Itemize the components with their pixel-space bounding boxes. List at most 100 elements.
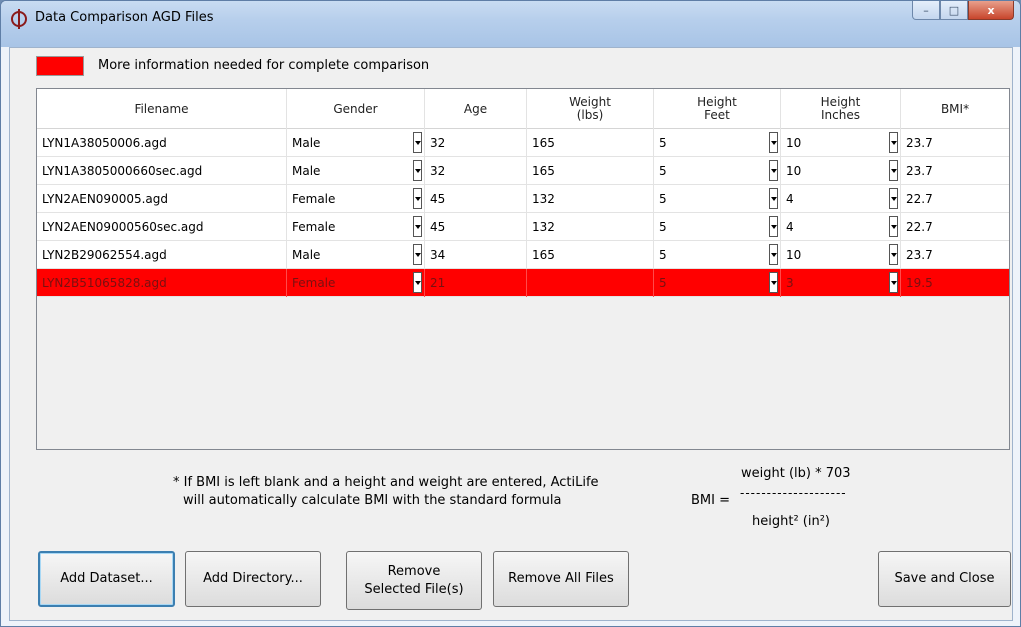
table-row[interactable]: LYN2AEN090005.agd Female 45 132 5 4 22.7: [37, 185, 1009, 213]
dropdown-arrow-icon[interactable]: [889, 272, 898, 293]
weight-cell[interactable]: [527, 269, 654, 297]
bmi-cell[interactable]: 19.5: [901, 269, 1009, 297]
bmi-cell[interactable]: 23.7: [901, 129, 1009, 157]
add-dataset-button[interactable]: Add Dataset...: [38, 551, 175, 607]
gender-cell[interactable]: Male: [287, 157, 425, 185]
dropdown-arrow-icon[interactable]: [769, 216, 778, 237]
weight-cell[interactable]: 165: [527, 241, 654, 269]
age-cell[interactable]: 21: [425, 269, 527, 297]
dropdown-arrow-icon[interactable]: [769, 188, 778, 209]
height-feet-cell[interactable]: 5: [654, 157, 781, 185]
bmi-cell[interactable]: 23.7: [901, 241, 1009, 269]
dropdown-arrow-icon[interactable]: [889, 188, 898, 209]
weight-cell[interactable]: 132: [527, 185, 654, 213]
gender-value: Female: [292, 192, 336, 206]
age-cell[interactable]: 34: [425, 241, 527, 269]
window-controls: – □ x: [912, 1, 1014, 20]
height-inches-cell[interactable]: 10: [781, 157, 901, 185]
table-row[interactable]: LYN2B29062554.agd Male 34 165 5 10 23.7: [37, 241, 1009, 269]
legend-text: More information needed for complete com…: [98, 58, 430, 73]
filename-cell[interactable]: LYN1A3805000660sec.agd: [37, 157, 287, 185]
dropdown-arrow-icon[interactable]: [413, 188, 422, 209]
gender-cell[interactable]: Male: [287, 129, 425, 157]
filename-cell[interactable]: LYN2AEN09000560sec.agd: [37, 213, 287, 241]
bmi-cell[interactable]: 22.7: [901, 185, 1009, 213]
save-and-close-button[interactable]: Save and Close: [878, 551, 1011, 607]
header-weight[interactable]: Weight (lbs): [527, 89, 654, 129]
filename-cell[interactable]: LYN1A38050006.agd: [37, 129, 287, 157]
dropdown-arrow-icon[interactable]: [413, 160, 422, 181]
legend-swatch: [36, 56, 84, 76]
dropdown-arrow-icon[interactable]: [889, 216, 898, 237]
age-cell[interactable]: 32: [425, 157, 527, 185]
filename-cell[interactable]: LYN2B51065828.agd: [37, 269, 287, 297]
height-inches-cell[interactable]: 10: [781, 241, 901, 269]
age-cell[interactable]: 45: [425, 213, 527, 241]
formula-denominator: height² (in²): [752, 514, 830, 529]
remove-selected-label-line1: Remove: [387, 563, 441, 579]
maximize-button[interactable]: □: [940, 1, 968, 20]
gender-cell[interactable]: Female: [287, 269, 425, 297]
height-inches-value: 10: [786, 136, 802, 150]
table-row[interactable]: LYN1A38050006.agd Male 32 165 5 10 23.7: [37, 129, 1009, 157]
add-directory-button[interactable]: Add Directory...: [185, 551, 321, 607]
bmi-note-line2: will automatically calculate BMI with th…: [183, 493, 562, 508]
height-inches-cell[interactable]: 4: [781, 185, 901, 213]
gender-cell[interactable]: Female: [287, 213, 425, 241]
height-feet-cell[interactable]: 5: [654, 185, 781, 213]
height-inches-cell[interactable]: 10: [781, 129, 901, 157]
remove-selected-label-line2: Selected File(s): [364, 581, 464, 597]
dropdown-arrow-icon[interactable]: [889, 160, 898, 181]
height-inches-cell[interactable]: 3: [781, 269, 901, 297]
dropdown-arrow-icon[interactable]: [769, 160, 778, 181]
header-filename[interactable]: Filename: [37, 89, 287, 129]
dropdown-arrow-icon[interactable]: [889, 244, 898, 265]
title-bar[interactable]: Data Comparison AGD Files – □ x: [1, 1, 1020, 47]
remove-all-files-button[interactable]: Remove All Files: [493, 551, 629, 607]
age-cell[interactable]: 45: [425, 185, 527, 213]
weight-cell[interactable]: 132: [527, 213, 654, 241]
height-inches-cell[interactable]: 4: [781, 213, 901, 241]
weight-cell[interactable]: 165: [527, 129, 654, 157]
filename-cell[interactable]: LYN2AEN090005.agd: [37, 185, 287, 213]
age-cell[interactable]: 32: [425, 129, 527, 157]
bmi-cell[interactable]: 22.7: [901, 213, 1009, 241]
gender-cell[interactable]: Female: [287, 185, 425, 213]
files-grid[interactable]: Filename Gender Age Weight (lbs) Height …: [36, 88, 1010, 450]
table-row[interactable]: LYN1A3805000660sec.agd Male 32 165 5 10 …: [37, 157, 1009, 185]
dropdown-arrow-icon[interactable]: [413, 244, 422, 265]
filename-cell[interactable]: LYN2B29062554.agd: [37, 241, 287, 269]
header-bmi[interactable]: BMI*: [901, 89, 1009, 129]
height-feet-cell[interactable]: 5: [654, 213, 781, 241]
height-feet-cell[interactable]: 5: [654, 269, 781, 297]
dropdown-arrow-icon[interactable]: [769, 132, 778, 153]
height-feet-value: 5: [659, 248, 667, 262]
dropdown-arrow-icon[interactable]: [413, 132, 422, 153]
weight-cell[interactable]: 165: [527, 157, 654, 185]
height-inches-value: 10: [786, 164, 802, 178]
dropdown-arrow-icon[interactable]: [769, 272, 778, 293]
bmi-cell[interactable]: 23.7: [901, 157, 1009, 185]
minimize-button[interactable]: –: [912, 1, 940, 20]
minimize-icon: –: [923, 3, 929, 17]
close-button[interactable]: x: [968, 1, 1014, 20]
gender-cell[interactable]: Male: [287, 241, 425, 269]
dropdown-arrow-icon[interactable]: [413, 216, 422, 237]
dropdown-arrow-icon[interactable]: [413, 272, 422, 293]
table-row[interactable]: LYN2AEN09000560sec.agd Female 45 132 5 4…: [37, 213, 1009, 241]
height-feet-value: 5: [659, 136, 667, 150]
dropdown-arrow-icon[interactable]: [769, 244, 778, 265]
window-title: Data Comparison AGD Files: [35, 10, 214, 25]
remove-selected-files-button[interactable]: Remove Selected File(s): [346, 551, 482, 610]
formula-divider: --------------------: [740, 486, 847, 500]
gender-value: Male: [292, 164, 321, 178]
formula-label: BMI =: [691, 493, 730, 508]
height-feet-cell[interactable]: 5: [654, 129, 781, 157]
header-height-inches[interactable]: Height Inches: [781, 89, 901, 129]
header-height-feet[interactable]: Height Feet: [654, 89, 781, 129]
header-age[interactable]: Age: [425, 89, 527, 129]
header-gender[interactable]: Gender: [287, 89, 425, 129]
table-row-incomplete[interactable]: LYN2B51065828.agd Female 21 5 3 19.5: [37, 269, 1009, 297]
dropdown-arrow-icon[interactable]: [889, 132, 898, 153]
height-feet-cell[interactable]: 5: [654, 241, 781, 269]
